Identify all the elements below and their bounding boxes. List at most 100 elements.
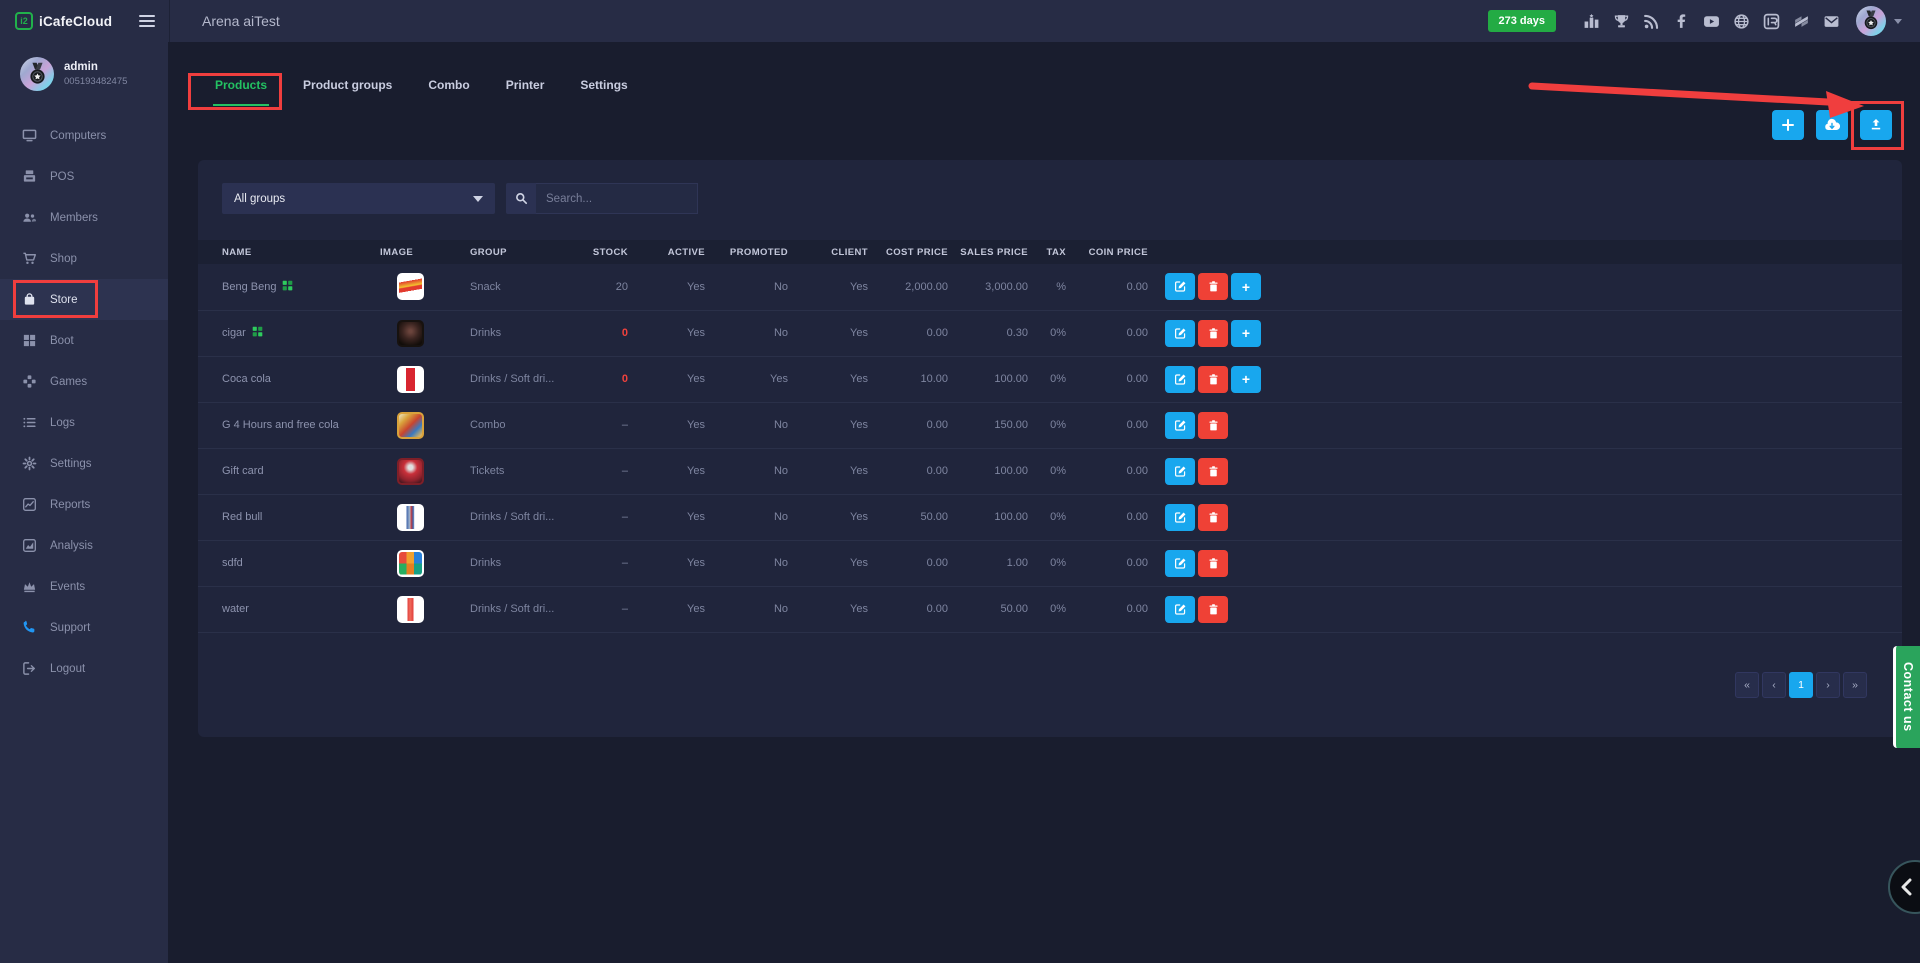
tab-product-groups[interactable]: Product groups — [301, 70, 394, 106]
chevron-down-icon[interactable] — [1894, 19, 1902, 24]
sidebar-item-logout[interactable]: Logout — [0, 648, 168, 689]
product-tax: 0% — [1030, 402, 1068, 448]
edit-button[interactable] — [1165, 366, 1195, 393]
tab-combo[interactable]: Combo — [426, 70, 471, 106]
edit-button[interactable] — [1165, 320, 1195, 347]
pagination-next-page[interactable]: › — [1816, 672, 1840, 698]
products-card: All groups NAMEIMAGEGROUPSTOCKACTIVEPROM… — [198, 160, 1902, 737]
add-stock-button[interactable]: + — [1231, 273, 1261, 300]
delete-button[interactable] — [1198, 596, 1228, 623]
sidebar-item-computers[interactable]: Computers — [0, 115, 168, 156]
product-stock: – — [560, 402, 630, 448]
edit-button[interactable] — [1165, 412, 1195, 439]
chat-widget-toggle[interactable] — [1888, 860, 1920, 914]
product-active: Yes — [630, 448, 707, 494]
facebook-icon[interactable] — [1668, 10, 1694, 32]
download-button[interactable] — [1816, 110, 1848, 140]
layers-icon[interactable] — [1788, 10, 1814, 32]
sidebar-item-pos[interactable]: POS — [0, 156, 168, 197]
product-image — [397, 550, 424, 577]
product-active: Yes — [630, 402, 707, 448]
icafecloud-icon[interactable] — [1758, 10, 1784, 32]
group-select-value: All groups — [234, 193, 285, 205]
edit-button[interactable] — [1165, 550, 1195, 577]
product-client: Yes — [790, 586, 870, 632]
product-promoted: No — [707, 310, 790, 356]
product-cost-price: 0.00 — [870, 586, 950, 632]
delete-button[interactable] — [1198, 458, 1228, 485]
games-icon — [21, 374, 37, 390]
user-avatar[interactable] — [1856, 6, 1886, 36]
license-days-badge[interactable]: 273 days — [1488, 10, 1556, 32]
product-sales-price: 3,000.00 — [950, 264, 1030, 310]
product-promoted: No — [707, 586, 790, 632]
globe-icon[interactable] — [1728, 10, 1754, 32]
sidebar-item-support[interactable]: Support — [0, 607, 168, 648]
sidebar-item-settings[interactable]: Settings — [0, 443, 168, 484]
delete-button[interactable] — [1198, 320, 1228, 347]
sidebar-item-store[interactable]: Store — [0, 279, 168, 320]
analysis-chart-icon — [21, 538, 37, 554]
sidebar-item-members[interactable]: Members — [0, 197, 168, 238]
sidebar-item-analysis[interactable]: Analysis — [0, 525, 168, 566]
toolbar — [1772, 110, 1892, 140]
pagination-prev-page[interactable]: ‹ — [1762, 672, 1786, 698]
members-icon — [21, 210, 37, 226]
product-stock: 0 — [560, 310, 630, 356]
tab-printer[interactable]: Printer — [504, 70, 547, 106]
group-select[interactable]: All groups — [222, 183, 495, 214]
pagination-last-page[interactable]: » — [1843, 672, 1867, 698]
edit-button[interactable] — [1165, 458, 1195, 485]
user-id: 005193482475 — [64, 76, 127, 87]
sidebar-item-boot[interactable]: Boot — [0, 320, 168, 361]
pagination-page-1[interactable]: 1 — [1789, 672, 1813, 698]
product-coin-price: 0.00 — [1068, 264, 1150, 310]
product-sales-price: 50.00 — [950, 586, 1030, 632]
product-image — [397, 596, 424, 623]
add-stock-button[interactable]: + — [1231, 366, 1261, 393]
tab-settings[interactable]: Settings — [578, 70, 629, 106]
add-stock-button[interactable]: + — [1231, 320, 1261, 347]
column-header-active: ACTIVE — [630, 240, 707, 264]
youtube-icon[interactable] — [1698, 10, 1724, 32]
product-image — [397, 504, 424, 531]
tab-products[interactable]: Products — [213, 70, 269, 106]
search-input[interactable] — [536, 183, 698, 214]
rss-icon[interactable] — [1638, 10, 1664, 32]
contact-us-button[interactable]: Contact us — [1893, 646, 1920, 748]
sidebar-item-shop[interactable]: Shop — [0, 238, 168, 279]
product-active: Yes — [630, 264, 707, 310]
pagination-first-page[interactable]: « — [1735, 672, 1759, 698]
sidebar-item-logs[interactable]: Logs — [0, 402, 168, 443]
delete-button[interactable] — [1198, 273, 1228, 300]
delete-button[interactable] — [1198, 504, 1228, 531]
windows-icon — [21, 333, 37, 349]
edit-button[interactable] — [1165, 596, 1195, 623]
product-tax: 0% — [1030, 310, 1068, 356]
upload-button[interactable] — [1860, 110, 1892, 140]
sidebar-item-games[interactable]: Games — [0, 361, 168, 402]
hamburger-menu-icon[interactable] — [139, 12, 155, 30]
delete-button[interactable] — [1198, 412, 1228, 439]
edit-button[interactable] — [1165, 273, 1195, 300]
product-sales-price: 0.30 — [950, 310, 1030, 356]
delete-button[interactable] — [1198, 366, 1228, 393]
sidebar-item-events[interactable]: Events — [0, 566, 168, 607]
trophy-icon[interactable] — [1608, 10, 1634, 32]
product-cost-price: 50.00 — [870, 494, 950, 540]
sidebar-item-reports[interactable]: Reports — [0, 484, 168, 525]
edit-button[interactable] — [1165, 504, 1195, 531]
table-row: G 4 Hours and free colaCombo–YesNoYes0.0… — [198, 402, 1902, 448]
brand-section: i2 iCafeCloud — [0, 0, 170, 42]
chevron-left-icon — [1899, 878, 1913, 896]
product-coin-price: 0.00 — [1068, 310, 1150, 356]
mail-icon[interactable] — [1818, 10, 1844, 32]
ranking-icon[interactable] — [1578, 10, 1604, 32]
product-client: Yes — [790, 540, 870, 586]
delete-button[interactable] — [1198, 550, 1228, 577]
product-client: Yes — [790, 264, 870, 310]
product-stock: – — [560, 586, 630, 632]
product-image — [397, 320, 424, 347]
table-row: Gift cardTickets–YesNoYes0.00100.000%0.0… — [198, 448, 1902, 494]
add-product-button[interactable] — [1772, 110, 1804, 140]
